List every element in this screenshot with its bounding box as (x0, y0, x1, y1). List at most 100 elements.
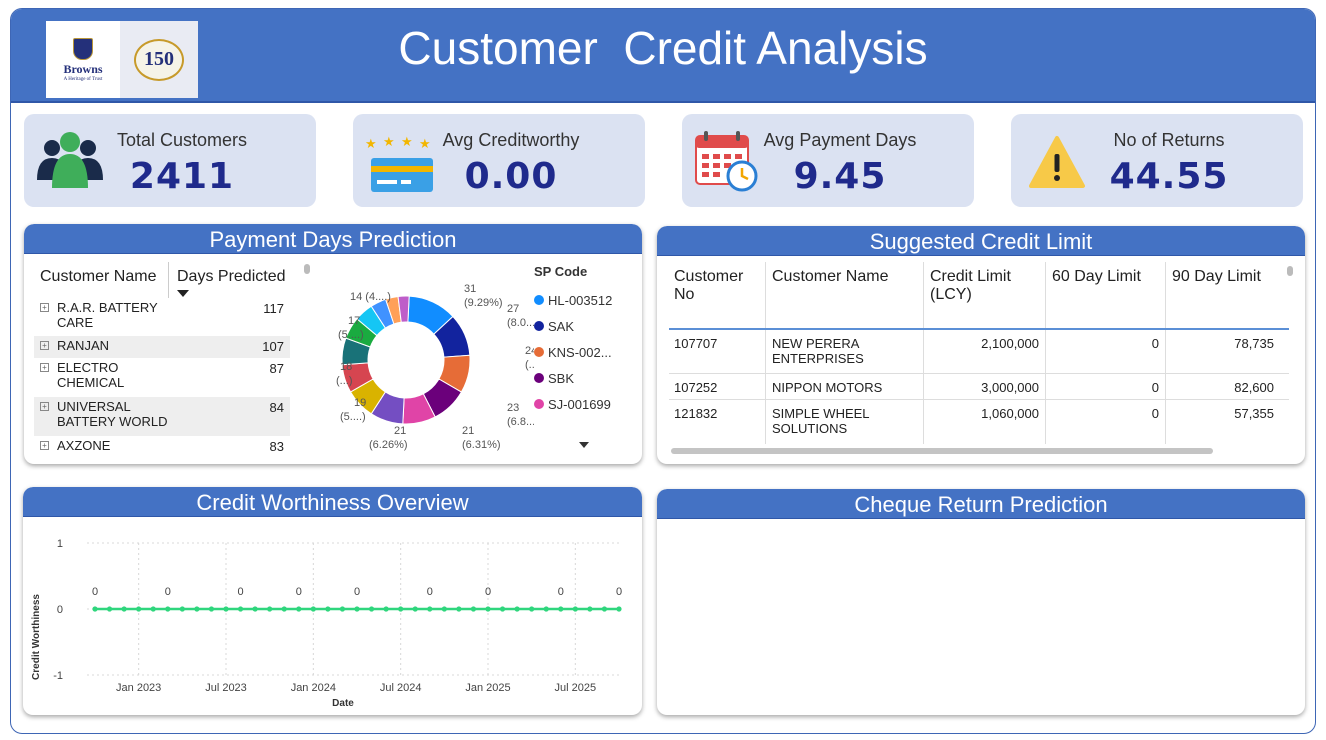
logo-tagline: A Heritage of Trust (63, 76, 103, 82)
data-point[interactable] (310, 606, 316, 612)
data-point[interactable] (136, 606, 142, 612)
column-header-90-day-limit[interactable]: 90 Day Limit (1165, 262, 1280, 328)
chart-axes: 1 0 -1 Jan 2023 Jul 2023 Jan 2024 Jul 2024 Jan … (53, 538, 596, 694)
table-horizontal-scrollbar[interactable] (671, 448, 1213, 454)
y-tick-label: -1 (53, 670, 63, 682)
data-label: 0 (296, 586, 302, 598)
legend-label: SJ-001699 (548, 396, 611, 412)
days-predicted: 107 (262, 339, 284, 354)
data-point[interactable] (325, 606, 331, 612)
table-row[interactable]: 107252 NIPPON MOTORS 3,000,000 0 82,600 (669, 374, 1289, 400)
credit-limit: 3,000,000 (923, 374, 1045, 399)
data-point[interactable] (572, 606, 578, 612)
data-point[interactable] (412, 606, 418, 612)
table-row[interactable]: + UNIVERSAL BATTERY WORLD 84 (34, 397, 290, 436)
data-point[interactable] (281, 606, 287, 612)
kpi-label: Avg Payment Days (763, 130, 917, 150)
column-header-credit-limit[interactable]: Credit Limit (LCY) (923, 262, 1045, 328)
table-row[interactable]: 121832 SIMPLE WHEEL SOLUTIONS 1,060,000 … (669, 400, 1289, 444)
data-point[interactable] (223, 606, 229, 612)
data-point[interactable] (499, 606, 506, 612)
data-point[interactable] (456, 606, 462, 612)
table-row[interactable]: + R.A.R. BATTERY CARE 117 (34, 298, 290, 336)
y-axis-title: Credit Worthiness (31, 594, 42, 680)
table-vertical-scrollbar[interactable] (1287, 266, 1293, 276)
90-day-limit: 78,735 (1165, 330, 1280, 373)
expand-icon[interactable]: + (40, 363, 49, 372)
data-label: 0 (165, 586, 171, 598)
kpi-value: 0.00 (464, 156, 558, 197)
data-point[interactable] (441, 606, 447, 612)
x-tick-label: Jul 2024 (380, 682, 422, 694)
legend-item[interactable]: SAK (534, 313, 612, 339)
legend-scroll-down-icon[interactable] (579, 442, 589, 448)
table-scrollbar[interactable] (304, 264, 310, 274)
donut-label: 23 (507, 402, 519, 414)
page-title: Customer Credit Analysis (398, 22, 928, 74)
data-point[interactable] (237, 606, 244, 612)
kpi-avg-creditworthy: ★ ★ ★ ★ Avg Creditworthy 0.00 (353, 114, 645, 207)
data-point[interactable] (616, 606, 622, 612)
donut-label: 27 (507, 303, 519, 315)
data-label: 0 (354, 586, 360, 598)
table-row[interactable]: 107707 NEW PERERA ENTERPRISES 2,100,000 … (669, 330, 1289, 374)
column-header-customer-no[interactable]: Customer No (669, 262, 765, 328)
legend-dot (534, 295, 544, 305)
data-point[interactable] (529, 606, 535, 612)
customer-name: NEW PERERA ENTERPRISES (765, 330, 923, 373)
legend-item[interactable]: HL-003512 (534, 287, 612, 313)
data-point[interactable] (558, 606, 564, 612)
column-header-customer-name[interactable]: Customer Name (34, 262, 168, 298)
cheque-return-card: Cheque Return Prediction (657, 489, 1305, 715)
sort-descending-icon (177, 290, 189, 297)
legend-item[interactable]: SJ-001699 (534, 391, 612, 417)
legend-label: SBK (548, 370, 575, 386)
legend-item[interactable]: KNS-002... (534, 339, 612, 365)
expand-icon[interactable]: + (40, 441, 49, 450)
payment-days-table: Customer Name Days Predicted + R.A.R. BAT… (34, 262, 290, 452)
data-point[interactable] (296, 606, 302, 612)
data-point[interactable] (470, 606, 477, 612)
data-point[interactable] (208, 606, 215, 612)
data-point[interactable] (485, 606, 491, 612)
data-point[interactable] (368, 606, 375, 612)
data-label: 0 (237, 586, 243, 598)
x-tick-label: Jan 2024 (291, 682, 336, 694)
data-point[interactable] (150, 606, 156, 612)
90-day-limit: 57,355 (1165, 400, 1280, 444)
data-point[interactable] (383, 606, 389, 612)
data-point[interactable] (121, 606, 127, 612)
column-header-customer-name[interactable]: Customer Name (765, 262, 923, 328)
data-point[interactable] (354, 606, 360, 612)
data-point[interactable] (179, 606, 185, 612)
donut-label: 31 (464, 283, 476, 295)
data-point[interactable] (267, 606, 273, 612)
data-point[interactable] (165, 606, 171, 612)
data-point[interactable] (601, 606, 608, 612)
data-point[interactable] (398, 606, 404, 612)
data-point[interactable] (543, 606, 549, 612)
data-point[interactable] (194, 606, 200, 612)
kpi-avg-payment-days: Avg Payment Days 9.45 (682, 114, 974, 207)
data-point[interactable] (427, 606, 433, 612)
legend-item[interactable]: SBK (534, 365, 612, 391)
data-point[interactable] (92, 606, 98, 612)
data-point[interactable] (252, 606, 258, 612)
donut-label: 21 (394, 425, 406, 437)
payment-days-card: Payment Days Prediction Customer Name Da… (24, 224, 642, 464)
table-row[interactable]: + AXZONE 83 (34, 436, 290, 452)
legend-dot (534, 373, 544, 383)
table-row[interactable]: + RANJAN 107 (34, 336, 290, 358)
data-point[interactable] (339, 606, 346, 612)
column-header-60-day-limit[interactable]: 60 Day Limit (1045, 262, 1165, 328)
data-label: 0 (616, 586, 622, 598)
data-point[interactable] (587, 606, 593, 612)
expand-icon[interactable]: + (40, 341, 49, 350)
expand-icon[interactable]: + (40, 402, 49, 411)
expand-icon[interactable]: + (40, 303, 49, 312)
data-point[interactable] (514, 606, 520, 612)
donut-label: 19 (354, 397, 366, 409)
data-point[interactable] (106, 606, 113, 612)
table-row[interactable]: + ELECTRO CHEMICAL 87 (34, 358, 290, 397)
column-header-days-predicted[interactable]: Days Predicted (168, 262, 290, 298)
